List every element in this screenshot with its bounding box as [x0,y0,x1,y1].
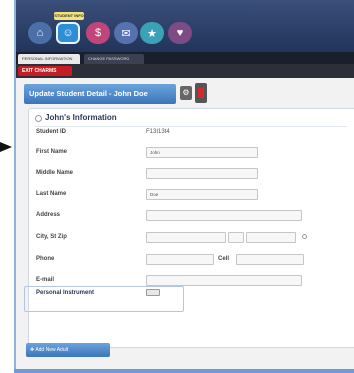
collapse-icon[interactable] [35,115,42,122]
add-new-adult-label: Add New Adult [35,347,69,353]
student-info-tag: STUDENT INFO [54,12,84,20]
star-icon[interactable]: ★ [140,22,164,44]
phone-label: Phone [36,256,55,262]
lookup-icon[interactable] [302,234,307,239]
last-name-input[interactable]: Doe [146,189,258,200]
student-id-label: Student ID [36,129,66,135]
cell-label: Cell [218,256,230,262]
exit-charms-button[interactable]: EXIT CHARMS [18,66,72,76]
pdf-icon[interactable] [195,83,207,103]
student-info-panel: John's Information [28,108,354,348]
money-icon[interactable]: $ [86,22,110,44]
student-icon[interactable]: ☺ [56,22,80,44]
exit-bar: EXIT CHARMS [16,64,354,78]
email-label: E-mail [36,277,55,283]
last-name-label: Last Name [36,191,67,197]
address-input[interactable] [146,210,302,221]
app-window: STUDENT INFO ⌂ ☺ $ ✉ ★ ♥ PERSONAL INFORM… [14,0,354,373]
email-input[interactable] [146,275,302,286]
settings-gear-icon[interactable]: ⚙ [180,86,192,100]
first-name-label: First Name [36,149,68,155]
city-st-zip-label: City, St Zip [36,234,67,240]
mail-icon[interactable]: ✉ [114,22,138,44]
state-input[interactable] [228,232,244,243]
pointer-arrow [0,142,12,152]
panel-title: John's Information [35,111,117,125]
personal-instrument-label: Personal Instrument [36,290,95,296]
tab-change-password[interactable]: CHANGE PASSWORD [84,54,144,64]
main-content: Update Student Detail - John Doe ⚙ John'… [16,78,354,373]
home-icon[interactable]: ⌂ [28,22,52,44]
cell-input[interactable] [236,254,304,265]
zip-input[interactable] [246,232,296,243]
phone-input[interactable] [146,254,214,265]
heart-icon[interactable]: ♥ [168,22,192,44]
personal-instrument-toggle[interactable] [146,289,160,296]
first-name-input[interactable]: John [146,147,258,158]
middle-name-input[interactable] [146,168,258,179]
address-label: Address [36,212,61,218]
add-new-adult-button[interactable]: ✚ Add New Adult [26,343,110,357]
tab-strip: PERSONAL INFORMATION CHANGE PASSWORD [16,52,354,64]
middle-name-label: Middle Name [36,170,74,176]
tab-personal-information[interactable]: PERSONAL INFORMATION [18,54,80,64]
bottom-border [14,369,354,373]
top-icon-bar: STUDENT INFO ⌂ ☺ $ ✉ ★ ♥ [16,0,354,52]
update-student-title: Update Student Detail - John Doe [24,84,176,104]
city-input[interactable] [146,232,226,243]
panel-divider [35,126,347,127]
student-id-value: F13I13t4 [146,129,170,135]
panel-title-text: John's Information [45,113,117,122]
